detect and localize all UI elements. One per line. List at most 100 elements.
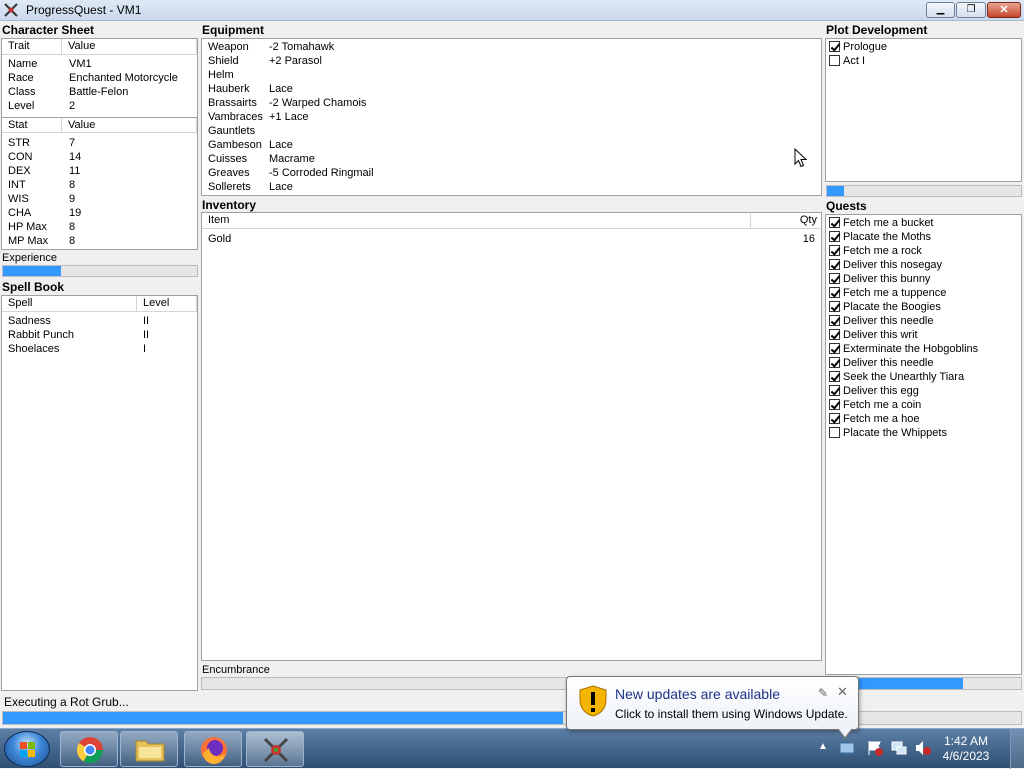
quest-label: Fetch me a coin [843,399,922,411]
taskbar-progressquest[interactable] [246,731,304,767]
act-checkbox[interactable] [829,41,840,52]
equipment-row-key: Hauberk [208,83,250,95]
folder-icon [135,740,165,762]
network-icon[interactable] [890,739,908,757]
stat-header: Stat Value [2,117,197,133]
clock-date: 4/6/2023 [942,749,990,763]
progressquest-app-icon [4,3,18,17]
quest-checkbox[interactable] [829,371,840,382]
quest-checkbox[interactable] [829,329,840,340]
stat-row: STR 7 [2,136,197,150]
level-column-header[interactable]: Level [137,296,197,311]
clock[interactable]: 1:42 AM 4/6/2023 [936,734,996,764]
spell-book-panel: Spell Level Sadness II Rabbit Punch II Shoel… [1,295,198,691]
update-notification[interactable]: New updates are available Click to insta… [566,676,859,739]
stat-row-value: 14 [69,151,82,163]
item-column-header[interactable]: Item [202,213,751,228]
quest-label: Fetch me a hoe [843,413,920,425]
firefox-icon [201,737,227,764]
spell-header: Spell Level [2,296,197,312]
trait-row-value: 2 [69,100,76,112]
quest-checkbox[interactable] [829,413,840,424]
quest-label: Fetch me a bucket [843,217,934,229]
equipment-row: Gambeson Lace [202,138,821,152]
quest-label: Deliver this egg [843,385,919,397]
volume-muted-icon[interactable] [914,739,932,757]
action-center-icon[interactable] [866,739,884,757]
quest-checkbox[interactable] [829,357,840,368]
equipment-row-key: Gauntlets [208,125,256,137]
taskbar-chrome[interactable] [60,731,118,767]
act-checkbox[interactable] [829,55,840,66]
equipment-row: Shield +2 Parasol [202,54,821,68]
equipment-row: Helm [202,68,821,82]
equipment-row-key: Weapon [208,41,249,53]
quest-checkbox[interactable] [829,343,840,354]
stat-row-value: 8 [69,235,76,247]
stat-row-key: WIS [8,193,29,205]
close-button[interactable]: ✕ [987,2,1021,18]
trait-row: Level 2 [2,99,197,113]
quest-label: Exterminate the Hobgoblins [843,343,979,355]
value-column-header[interactable]: Value [62,39,197,54]
equipment-row: Cuisses Macrame [202,152,821,166]
quest-checkbox[interactable] [829,315,840,326]
inventory-row-value: 16 [802,233,815,245]
quest-checkbox[interactable] [829,259,840,270]
inventory-header: Item Qty [202,213,821,229]
equipment-row: Hauberk Lace [202,82,821,96]
trait-row: Class Battle-Felon [2,85,197,99]
taskbar-explorer[interactable] [120,731,178,767]
encumbrance-label: Encumbrance [202,664,270,676]
spell-row-value: II [143,329,150,341]
warning-shield-icon [579,685,607,717]
quest-checkbox[interactable] [829,385,840,396]
equipment-row-value: Lace [269,139,293,151]
stat-row: MP Max 8 [2,234,197,248]
stat-row: CHA 19 [2,206,197,220]
equipment-row-value: -2 Tomahawk [269,41,335,53]
spell-row-key: Rabbit Punch [8,329,75,341]
show-desktop-button[interactable] [1010,729,1024,769]
trait-column-header[interactable]: Trait [2,39,62,54]
character-sheet-panel: Trait Value Name VM1 Race Enchanted Motorcy… [1,38,198,250]
quest-checkbox[interactable] [829,245,840,256]
quest-label: Placate the Whippets [843,427,947,439]
trait-row-key: Name [8,58,38,70]
chrome-icon [76,737,104,764]
equipment-row-value: -2 Warped Chamois [269,97,367,109]
mouse-cursor-icon [794,148,808,168]
minimize-button[interactable]: ▁ [926,2,955,18]
task-progress-fill [3,712,563,724]
stat-value-column-header[interactable]: Value [62,118,197,133]
spell-column-header[interactable]: Spell [2,296,137,311]
act-label: Act I [843,55,866,67]
show-hidden-icons-icon[interactable]: ▲ [818,741,828,752]
stat-row-key: DEX [8,165,31,177]
stat-column-header[interactable]: Stat [2,118,62,133]
quest-checkbox[interactable] [829,231,840,242]
quest-checkbox[interactable] [829,427,840,438]
plot-progress-fill [827,186,845,196]
qty-column-header[interactable]: Qty [751,213,821,228]
maximize-button[interactable]: ❐ [956,2,986,18]
quest-checkbox[interactable] [829,301,840,312]
notification-text: Click to install them using Windows Upda… [615,707,848,721]
equipment-title: Equipment [202,23,264,37]
windows-update-icon[interactable] [838,739,856,757]
start-button[interactable] [4,731,50,767]
quest-checkbox[interactable] [829,217,840,228]
equipment-row-key: Greaves [208,167,250,179]
quest-checkbox[interactable] [829,399,840,410]
quest-checkbox[interactable] [829,287,840,298]
equipment-row: Weapon -2 Tomahawk [202,40,821,54]
quest-checkbox[interactable] [829,273,840,284]
equipment-row: Sollerets Lace [202,180,821,194]
trait-row: Race Enchanted Motorcycle [2,71,197,85]
inventory-row-key: Gold [208,233,232,245]
taskbar-firefox[interactable] [184,731,242,767]
trait-row-value: Battle-Felon [69,86,129,98]
equipment-row-key: Helm [208,69,234,81]
close-notification-icon[interactable]: ✕ [837,684,848,700]
pin-icon[interactable]: ✎ [818,686,828,700]
